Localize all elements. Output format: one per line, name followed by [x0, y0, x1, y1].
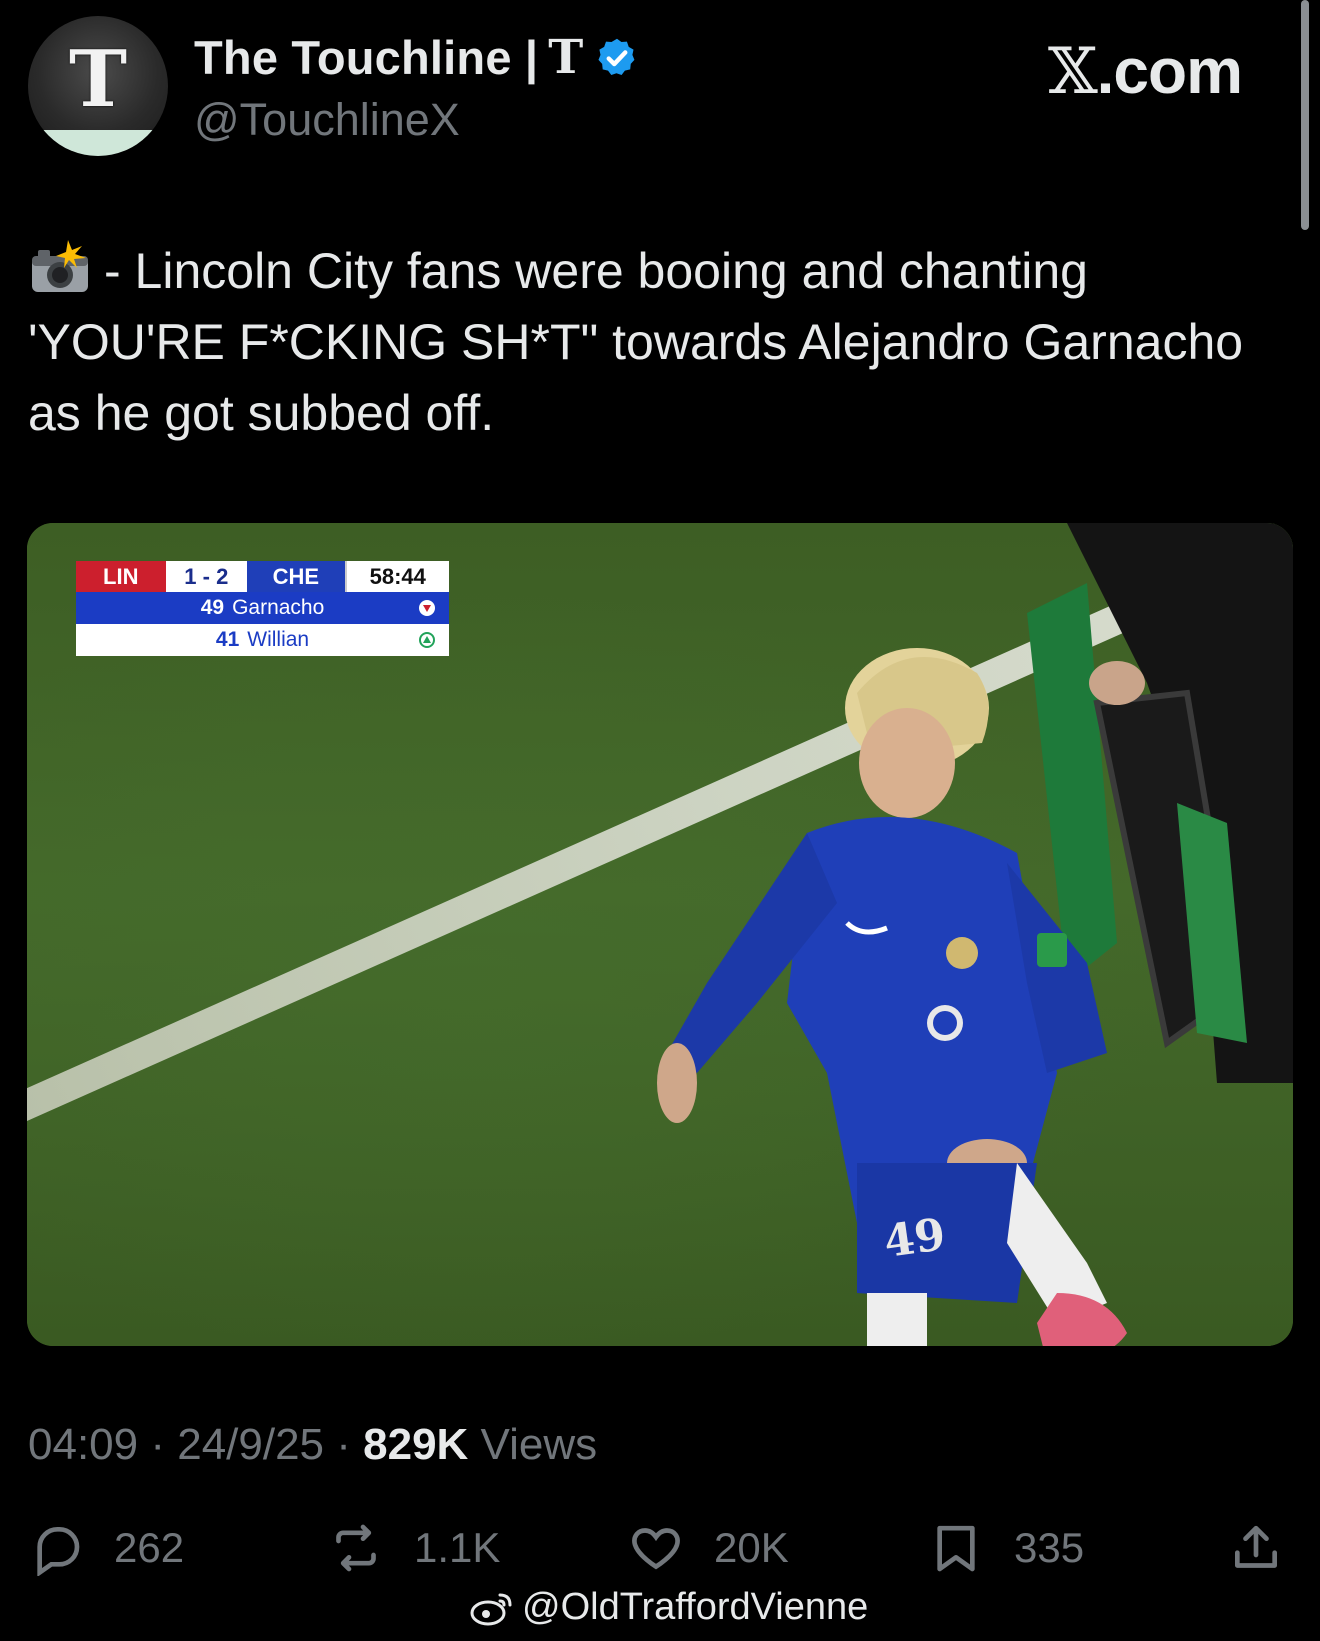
- tweet-image[interactable]: 49 LIN 1 - 2 CHE 58:44 49 Garnacho 41 Wi…: [27, 523, 1293, 1346]
- sub-off-number: 49: [200, 596, 225, 619]
- tweet-body: - Lincoln City fans were booing and chan…: [28, 243, 1244, 441]
- watermark: @OldTraffordVienne: [470, 1586, 868, 1629]
- sub-on-name: Willian: [247, 628, 310, 651]
- action-bar: 262 1.1K 20K 335: [28, 1520, 1290, 1580]
- player-figure: [657, 648, 1127, 1346]
- share-button[interactable]: [1228, 1520, 1314, 1576]
- away-team: CHE: [247, 561, 345, 592]
- repost-count: 1.1K: [414, 1524, 501, 1571]
- scoreboard: LIN 1 - 2 CHE 58:44 49 Garnacho 41 Willi…: [76, 561, 449, 656]
- weibo-icon: [470, 1593, 512, 1625]
- site-label: .com: [1096, 35, 1243, 107]
- meta-separator: ·: [324, 1420, 364, 1469]
- sub-off-row: 49 Garnacho: [76, 592, 449, 624]
- x-com-logo: 𝕏.com: [1047, 34, 1243, 109]
- home-team: LIN: [76, 561, 166, 592]
- name-row: The Touchline | T: [194, 30, 639, 85]
- tweet-meta: 04:09 · 24/9/25 · 829K Views: [28, 1420, 597, 1470]
- bookmark-icon: [937, 1525, 975, 1572]
- views-count[interactable]: 829K: [363, 1420, 468, 1469]
- x-logo-icon: 𝕏: [1047, 35, 1098, 109]
- reply-icon: [37, 1527, 80, 1576]
- heart-icon: [632, 1528, 680, 1570]
- sub-off-name: Garnacho: [232, 596, 325, 619]
- tweet-text: - Lincoln City fans were booing and chan…: [28, 236, 1258, 449]
- score: 1 - 2: [165, 561, 248, 592]
- sub-on-arrow-icon: [419, 632, 435, 648]
- bookmark-button[interactable]: 335: [928, 1520, 1084, 1576]
- avatar[interactable]: T: [28, 16, 168, 156]
- reply-button[interactable]: 262: [28, 1520, 184, 1576]
- like-count: 20K: [714, 1524, 789, 1571]
- sub-on-number: 41: [215, 628, 240, 651]
- sub-off-arrow-icon: [419, 600, 435, 616]
- camera-flash-icon: [32, 240, 88, 292]
- handle[interactable]: @TouchlineX: [194, 94, 460, 146]
- avatar-band: [28, 130, 168, 156]
- watermark-text: @OldTraffordVienne: [522, 1586, 869, 1628]
- repost-button[interactable]: 1.1K: [328, 1520, 500, 1576]
- tweet-header: T The Touchline | T @TouchlineX 𝕏.com: [28, 16, 1268, 156]
- repost-icon: [336, 1524, 376, 1572]
- meta-separator: ·: [138, 1420, 178, 1469]
- scrollbar[interactable]: [1301, 0, 1309, 230]
- touchline-logo: T: [68, 34, 128, 125]
- bookmark-count: 335: [1014, 1524, 1085, 1571]
- match-clock: 58:44: [344, 561, 449, 592]
- like-button[interactable]: 20K: [628, 1520, 789, 1576]
- scoreboard-top: LIN 1 - 2 CHE 58:44: [76, 561, 449, 592]
- sub-on-row: 41 Willian: [76, 624, 449, 656]
- reply-count: 262: [114, 1524, 185, 1571]
- shirt-number: 49: [880, 1208, 949, 1269]
- tweet-time[interactable]: 04:09: [28, 1420, 138, 1469]
- verified-badge-icon: [598, 38, 635, 75]
- display-name[interactable]: The Touchline |: [194, 30, 538, 85]
- views-label: Views: [468, 1420, 598, 1469]
- display-name-suffix[interactable]: T: [548, 30, 583, 85]
- tweet-date[interactable]: 24/9/25: [177, 1420, 324, 1469]
- share-icon: [1235, 1525, 1277, 1568]
